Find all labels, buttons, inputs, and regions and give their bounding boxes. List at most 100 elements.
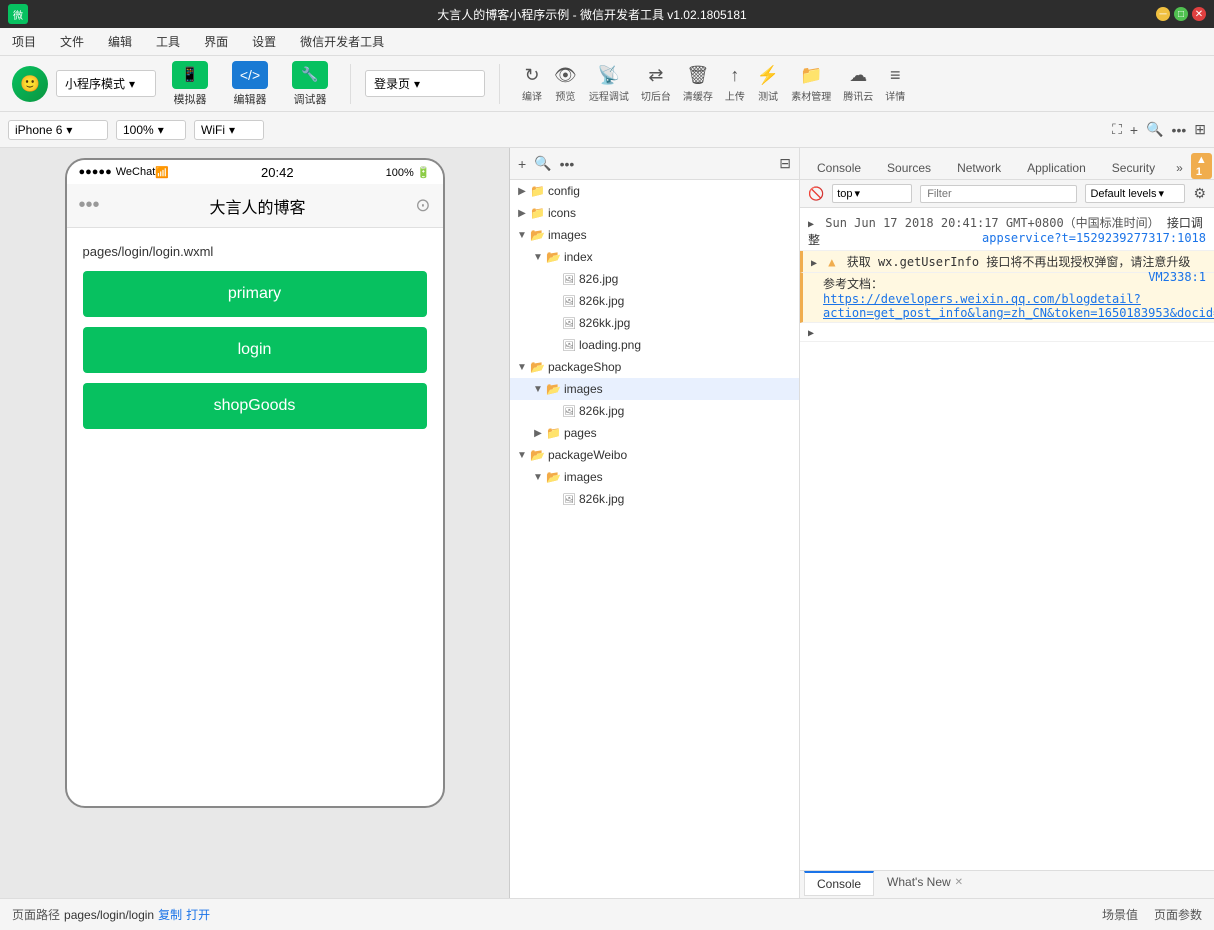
tab-network[interactable]: Network (944, 156, 1014, 179)
primary-button[interactable]: primary (83, 271, 427, 317)
expand-arrow-1[interactable]: ▶ (808, 219, 814, 230)
console-link[interactable]: https://developers.weixin.qq.com/blogdet… (823, 292, 1214, 320)
compile-button[interactable]: ↻ 编译 (522, 65, 542, 103)
dock-icon[interactable]: ⊞ (1194, 121, 1206, 138)
test-label: 测试 (758, 88, 778, 103)
tencent-cloud-button[interactable]: ☁ 腾讯云 (843, 65, 873, 103)
editor-button[interactable]: </> 编辑器 (224, 57, 276, 111)
context-dropdown-icon: ▾ (854, 187, 860, 200)
maximize-button[interactable]: □ (1174, 7, 1188, 21)
bottom-tab-whatsnew[interactable]: What's New ✕ (874, 871, 976, 894)
collapse-tree-icon[interactable]: ⊟ (779, 155, 791, 172)
remote-debug-label: 远程调试 (589, 88, 629, 103)
file-icon-826jpg: 🖼 (562, 273, 576, 286)
tree-item-packageshop-pages[interactable]: ▶ 📁 pages (510, 422, 799, 444)
new-file-icon[interactable]: + (518, 156, 526, 172)
tab-application[interactable]: Application (1014, 156, 1099, 179)
expand-arrow-2[interactable]: ▶ (811, 258, 817, 269)
test-button[interactable]: ⚡ 测试 (757, 65, 779, 103)
menu-interface[interactable]: 界面 (200, 31, 232, 52)
tree-item-826kkjpg[interactable]: 🖼 826kk.jpg (510, 312, 799, 334)
tree-label-pw-images: images (564, 470, 603, 484)
arrow-index: ▼ (530, 252, 546, 263)
tree-item-packageshop-images[interactable]: ▼ 📂 images (510, 378, 799, 400)
upload-button[interactable]: ↑ 上传 (725, 65, 745, 103)
debugger-button[interactable]: 🔧 调试器 (284, 57, 336, 111)
page-params-label[interactable]: 页面参数 (1154, 906, 1202, 923)
expand-arrow-bottom[interactable]: ▶ (808, 328, 814, 339)
network-selector[interactable]: WiFi ▾ (194, 120, 264, 140)
folder-icon-packageshop-images: 📂 (546, 382, 561, 396)
more-tree-icon[interactable]: ••• (560, 156, 575, 172)
login-selector[interactable]: 登录页 ▾ (365, 70, 485, 97)
phone-status-bar: ●●●●● WeChat 📶 20:42 100% 🔋 (67, 160, 443, 184)
tree-item-packageweibo[interactable]: ▼ 📂 packageWeibo (510, 444, 799, 466)
device-selector[interactable]: iPhone 6 ▾ (8, 120, 108, 140)
bottom-tab-close-icon[interactable]: ✕ (955, 877, 963, 888)
filter-input[interactable] (920, 185, 1077, 203)
fullscreen-icon[interactable]: ⛶ (1112, 121, 1122, 138)
tree-item-826jpg[interactable]: 🖼 826.jpg (510, 268, 799, 290)
tab-more[interactable]: » (1168, 157, 1191, 179)
preview-button[interactable]: 👁 预览 (554, 65, 577, 103)
tree-item-826kjpg[interactable]: 🖼 826k.jpg (510, 290, 799, 312)
tree-item-packageweibo-images[interactable]: ▼ 📂 images (510, 466, 799, 488)
file-icon-loadingpng: 🖼 (562, 339, 576, 352)
nav-record-icon[interactable]: ⊙ (415, 195, 430, 216)
bottom-tab-console[interactable]: Console (804, 871, 874, 896)
phone-panel: ●●●●● WeChat 📶 20:42 100% 🔋 ••• 大言人的博客 ⊙… (0, 148, 510, 898)
simulator-button[interactable]: 📱 模拟器 (164, 57, 216, 111)
menu-edit[interactable]: 编辑 (104, 31, 136, 52)
tree-item-config[interactable]: ▶ 📁 config (510, 180, 799, 202)
tab-console[interactable]: Console (804, 156, 874, 179)
context-selector[interactable]: top ▾ (832, 184, 912, 203)
tab-security[interactable]: Security (1099, 156, 1168, 179)
remote-debug-button[interactable]: 📡 远程调试 (589, 65, 629, 103)
close-button[interactable]: ✕ (1192, 7, 1206, 21)
shop-goods-button[interactable]: shopGoods (83, 383, 427, 429)
background-button[interactable]: ⇄ 切后台 (641, 65, 671, 103)
tree-item-pw-826kjpg[interactable]: 🖼 826k.jpg (510, 488, 799, 510)
user-avatar[interactable]: 🙂 (12, 66, 48, 102)
console-settings-icon[interactable]: ⚙ (1193, 185, 1206, 202)
details-button[interactable]: ≡ 详情 (885, 65, 905, 103)
mode-selector[interactable]: 小程序模式 ▾ (56, 70, 156, 97)
level-selector[interactable]: Default levels ▾ (1085, 184, 1185, 203)
tree-item-ps-826kjpg[interactable]: 🖼 826k.jpg (510, 400, 799, 422)
menu-tools[interactable]: 工具 (152, 31, 184, 52)
login-button[interactable]: login (83, 327, 427, 373)
more-icon[interactable]: ••• (1172, 122, 1187, 138)
scene-label[interactable]: 场景值 (1102, 906, 1138, 923)
menu-wechat-devtools[interactable]: 微信开发者工具 (296, 31, 388, 52)
zoom-selector[interactable]: 100% ▾ (116, 120, 186, 140)
clear-console-icon[interactable]: 🚫 (808, 186, 824, 202)
menu-settings[interactable]: 设置 (248, 31, 280, 52)
menu-file[interactable]: 文件 (56, 31, 88, 52)
asset-manager-button[interactable]: 📁 素材管理 (791, 65, 831, 103)
console-source-warn[interactable]: VM2338:1 (1148, 270, 1206, 284)
tree-label-loadingpng: loading.png (579, 338, 641, 352)
minimize-button[interactable]: ─ (1156, 7, 1170, 21)
nav-dots[interactable]: ••• (79, 194, 100, 217)
tree-item-loadingpng[interactable]: 🖼 loading.png (510, 334, 799, 356)
tree-item-packageshop[interactable]: ▼ 📂 packageShop (510, 356, 799, 378)
title-bar-icon: 微 (8, 4, 28, 24)
tree-item-icons[interactable]: ▶ 📁 icons (510, 202, 799, 224)
toolbar-sep-1 (350, 64, 351, 104)
add-page-icon[interactable]: + (1130, 122, 1138, 138)
tree-item-images[interactable]: ▼ 📂 images (510, 224, 799, 246)
menu-project[interactable]: 项目 (8, 31, 40, 52)
console-source-1[interactable]: appservice?t=1529239277317:1018 (982, 231, 1206, 245)
search-icon[interactable]: 🔍 (1146, 121, 1163, 138)
open-button[interactable]: 打开 (186, 906, 210, 923)
clear-cache-button[interactable]: 🗑 清缓存 (683, 65, 713, 103)
file-tree-panel: + 🔍 ••• ⊟ ▶ 📁 config ▶ 📁 icons ▼ 📂 im (510, 148, 800, 898)
tree-item-index[interactable]: ▼ 📂 index (510, 246, 799, 268)
tab-sources[interactable]: Sources (874, 156, 944, 179)
tree-label-826jpg: 826.jpg (579, 272, 618, 286)
tab-security-label: Security (1112, 161, 1155, 175)
mode-label: 小程序模式 (65, 75, 125, 92)
copy-button[interactable]: 复制 (158, 906, 182, 923)
wifi-icon: 📶 (155, 166, 169, 179)
search-tree-icon[interactable]: 🔍 (534, 155, 551, 172)
